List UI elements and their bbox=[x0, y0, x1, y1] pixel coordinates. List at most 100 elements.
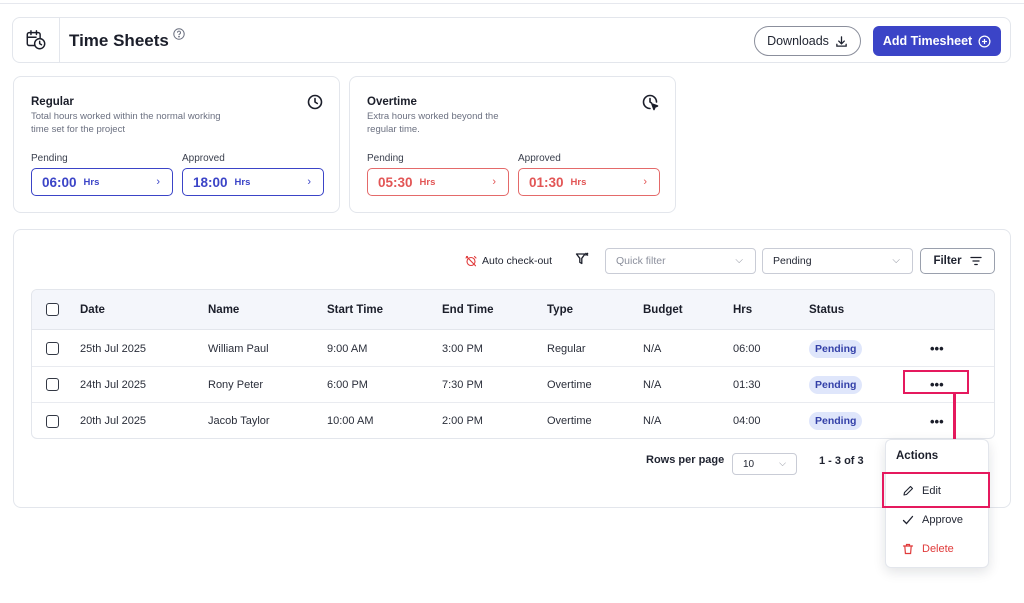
cell-hrs: 01:30 bbox=[733, 378, 761, 391]
menu-item-label: Delete bbox=[922, 543, 954, 555]
pagination-range: 1 - 3 of 3 bbox=[819, 455, 864, 467]
page-title: Time Sheets bbox=[69, 31, 169, 50]
row-actions-more-icon[interactable]: ••• bbox=[930, 414, 944, 429]
rows-per-page-select[interactable]: 10 ⌵ bbox=[732, 453, 797, 475]
cell-end-time: 2:00 PM bbox=[442, 415, 483, 427]
cell-type: Overtime bbox=[547, 378, 592, 391]
trash-icon bbox=[902, 543, 914, 555]
clock-icon bbox=[307, 94, 323, 115]
chevron-right-icon: › bbox=[307, 176, 311, 188]
approved-label: Approved bbox=[518, 153, 561, 164]
row-actions-highlight bbox=[903, 370, 969, 394]
cell-end-time: 7:30 PM bbox=[442, 378, 483, 391]
quick-filter-placeholder: Quick filter bbox=[616, 255, 666, 267]
add-timesheet-label: Add Timesheet bbox=[882, 34, 973, 48]
filter-lines-icon bbox=[969, 256, 982, 266]
downloads-label: Downloads bbox=[767, 34, 829, 48]
column-header-status[interactable]: Status bbox=[809, 290, 844, 329]
auto-checkout-label: Auto check-out bbox=[482, 255, 553, 267]
status-filter-value: Pending bbox=[773, 255, 812, 267]
pending-label: Pending bbox=[367, 153, 404, 164]
column-header-budget[interactable]: Budget bbox=[643, 290, 683, 329]
cell-type: Regular bbox=[547, 342, 586, 355]
cell-start-time: 10:00 AM bbox=[327, 415, 374, 427]
table-row[interactable]: 25th Jul 2025 William Paul 9:00 AM 3:00 … bbox=[32, 331, 994, 367]
chevron-down-icon: ⌵ bbox=[735, 255, 743, 266]
status-filter-select[interactable]: Pending ⌵ bbox=[762, 248, 913, 274]
approved-label: Approved bbox=[182, 153, 225, 164]
row-checkbox[interactable] bbox=[46, 378, 59, 391]
rows-per-page-label: Rows per page bbox=[646, 454, 725, 466]
chevron-right-icon: › bbox=[492, 176, 496, 188]
plus-circle-icon bbox=[978, 35, 991, 47]
menu-item-delete[interactable]: Delete bbox=[902, 543, 954, 555]
pending-label: Pending bbox=[31, 153, 68, 164]
alarm-off-icon bbox=[465, 255, 477, 267]
overtime-pending-box[interactable]: 05:30 Hrs › bbox=[367, 168, 509, 196]
help-icon[interactable] bbox=[173, 27, 185, 45]
card-title: Regular bbox=[31, 96, 74, 108]
timesheet-table-panel: Auto check-out Quick filter ⌵ Pending ⌵ … bbox=[13, 229, 1011, 508]
clock-cursor-icon bbox=[642, 94, 659, 116]
metric-value: 06:00 bbox=[42, 174, 77, 190]
card-title: Overtime bbox=[367, 96, 417, 108]
row-checkbox[interactable] bbox=[46, 342, 59, 355]
cell-name: Rony Peter bbox=[208, 378, 264, 391]
filter-button[interactable]: Filter bbox=[920, 248, 995, 274]
column-header-end-time[interactable]: End Time bbox=[442, 290, 494, 329]
regular-pending-box[interactable]: 06:00 Hrs › bbox=[31, 168, 173, 196]
menu-item-approve[interactable]: Approve bbox=[902, 514, 963, 526]
table-row[interactable]: 20th Jul 2025 Jacob Taylor 10:00 AM 2:00… bbox=[32, 403, 994, 438]
chevron-down-icon: ⌵ bbox=[779, 458, 786, 468]
add-timesheet-button[interactable]: Add Timesheet bbox=[873, 26, 1001, 56]
metric-unit: Hrs bbox=[83, 176, 100, 188]
row-checkbox[interactable] bbox=[46, 414, 59, 428]
cell-budget: N/A bbox=[643, 415, 662, 427]
metric-unit: Hrs bbox=[419, 176, 436, 188]
clear-filter-icon[interactable] bbox=[575, 252, 589, 271]
card-description: Extra hours worked beyond the regular ti… bbox=[367, 111, 499, 135]
row-actions-more-icon[interactable]: ••• bbox=[930, 341, 944, 356]
download-icon bbox=[836, 35, 847, 47]
status-badge: Pending bbox=[809, 375, 863, 394]
top-divider bbox=[0, 3, 1024, 4]
metric-unit: Hrs bbox=[570, 176, 587, 188]
metric-value: 18:00 bbox=[193, 174, 228, 190]
table-row[interactable]: 24th Jul 2025 Rony Peter 6:00 PM 7:30 PM… bbox=[32, 367, 994, 403]
select-all-checkbox[interactable] bbox=[46, 303, 59, 316]
cell-date: 25th Jul 2025 bbox=[80, 342, 147, 355]
rows-per-page-value: 10 bbox=[743, 458, 755, 470]
edit-highlight bbox=[882, 472, 990, 508]
table-header: Date Name Start Time End Time Type Budge… bbox=[32, 290, 994, 330]
column-header-name[interactable]: Name bbox=[208, 290, 239, 329]
cell-type: Overtime bbox=[547, 415, 592, 427]
check-icon bbox=[902, 515, 914, 525]
cell-name: William Paul bbox=[208, 342, 269, 355]
chevron-right-icon: › bbox=[156, 176, 160, 188]
cell-start-time: 6:00 PM bbox=[327, 378, 368, 391]
cell-budget: N/A bbox=[643, 342, 662, 355]
metric-value: 05:30 bbox=[378, 174, 413, 190]
cell-date: 24th Jul 2025 bbox=[80, 378, 147, 391]
overtime-approved-box[interactable]: 01:30 Hrs › bbox=[518, 168, 660, 196]
downloads-button[interactable]: Downloads bbox=[754, 26, 861, 56]
column-header-hrs[interactable]: Hrs bbox=[733, 290, 752, 329]
timesheet-calendar-icon bbox=[13, 18, 60, 62]
page-header: Time Sheets Downloads Add Timesheet bbox=[12, 17, 1011, 63]
quick-filter-select[interactable]: Quick filter ⌵ bbox=[605, 248, 756, 274]
chevron-right-icon: › bbox=[643, 176, 647, 188]
auto-checkout-toggle[interactable]: Auto check-out bbox=[465, 255, 552, 267]
column-header-date[interactable]: Date bbox=[80, 290, 105, 329]
actions-menu-title: Actions bbox=[896, 450, 939, 462]
metric-value: 01:30 bbox=[529, 174, 564, 190]
metric-unit: Hrs bbox=[234, 176, 251, 188]
overtime-hours-card: Overtime Extra hours worked beyond the r… bbox=[349, 76, 676, 213]
regular-hours-card: Regular Total hours worked within the no… bbox=[13, 76, 340, 213]
filter-label: Filter bbox=[933, 255, 962, 267]
regular-approved-box[interactable]: 18:00 Hrs › bbox=[182, 168, 324, 196]
column-header-start-time[interactable]: Start Time bbox=[327, 290, 383, 329]
chevron-down-icon: ⌵ bbox=[892, 255, 900, 266]
menu-item-label: Approve bbox=[922, 514, 963, 526]
column-header-type[interactable]: Type bbox=[547, 290, 573, 329]
timesheet-table: Date Name Start Time End Time Type Budge… bbox=[31, 289, 995, 439]
